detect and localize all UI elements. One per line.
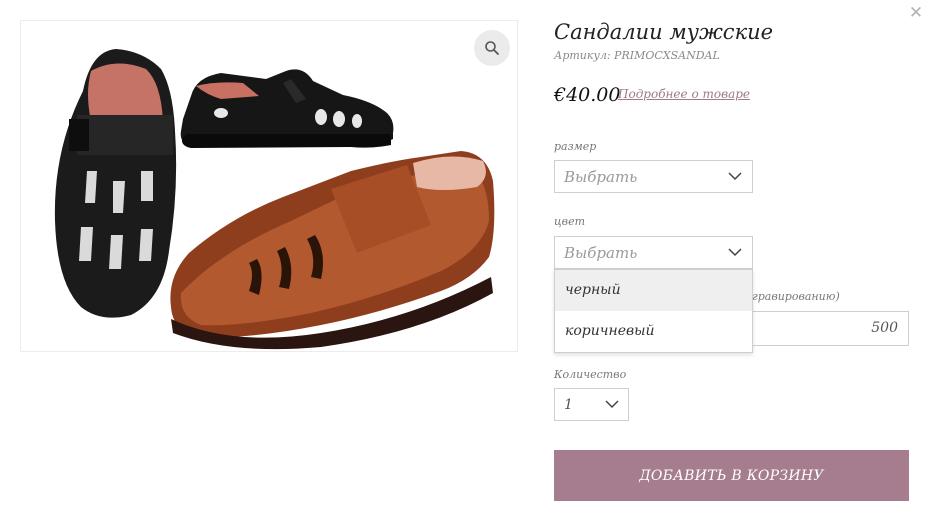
color-option-brown[interactable]: коричневый (555, 311, 752, 352)
engraving-input-value: 500 (871, 320, 898, 336)
color-select[interactable]: Выбрать (554, 236, 753, 269)
color-label: цвет (554, 215, 586, 228)
size-label: размер (554, 140, 597, 153)
chevron-down-icon (728, 248, 742, 257)
quantity-value: 1 (564, 397, 573, 413)
product-sku: Артикул: PRIMOCXSANDAL (554, 49, 720, 62)
magnifier-icon[interactable] (474, 30, 510, 66)
engraving-label: сгравированию) (746, 290, 840, 303)
black-sandal-front (54, 49, 177, 318)
quantity-label: Количество (554, 368, 627, 381)
size-select-value: Выбрать (564, 168, 638, 186)
product-image[interactable] (20, 20, 518, 352)
chevron-down-icon (728, 172, 742, 181)
chevron-down-icon (605, 400, 619, 409)
product-title: Сандалии мужские (554, 20, 774, 44)
brown-sandal (170, 151, 495, 350)
close-icon[interactable]: ✕ (905, 2, 926, 24)
black-sandal-side (180, 69, 394, 148)
color-dropdown: черный коричневый (554, 269, 753, 353)
color-select-value: Выбрать (564, 244, 638, 262)
add-to-cart-button[interactable]: ДОБАВИТЬ В КОРЗИНУ (554, 450, 909, 501)
product-details-link[interactable]: Подробнее о товаре (618, 87, 750, 101)
quantity-select[interactable]: 1 (554, 388, 629, 421)
product-price: €40.00 (554, 84, 621, 106)
color-option-black[interactable]: черный (555, 270, 752, 311)
sandals-illustration (54, 49, 495, 350)
engraving-input[interactable]: 500 (753, 311, 909, 346)
size-select[interactable]: Выбрать (554, 160, 753, 193)
